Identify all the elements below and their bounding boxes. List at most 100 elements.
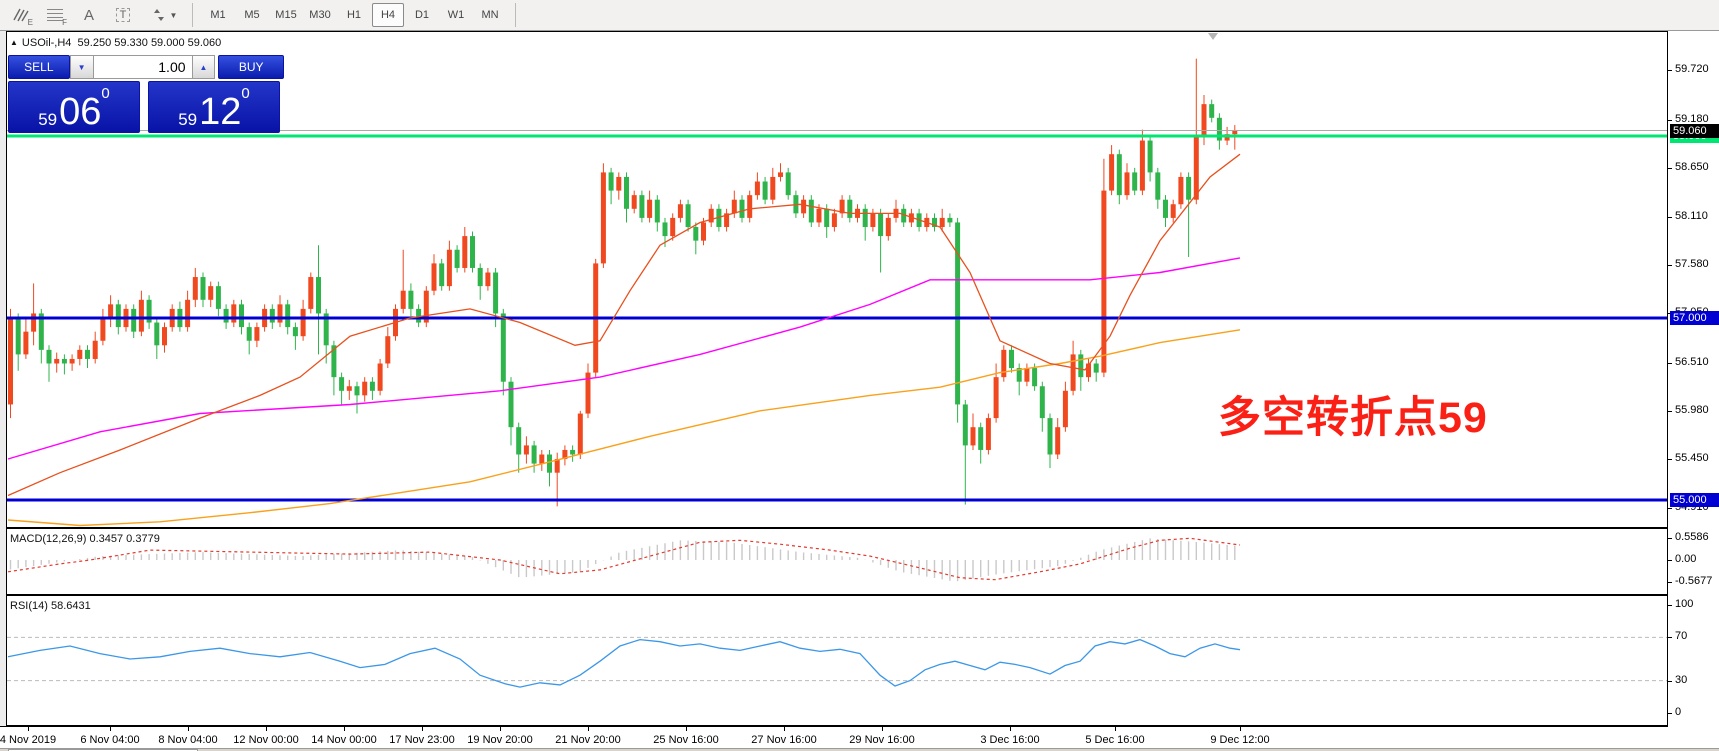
axis-tick: [1668, 560, 1672, 561]
date-tick: [686, 727, 687, 731]
date-label: 14 Nov 00:00: [311, 734, 376, 746]
timeframe-button-mn[interactable]: MN: [474, 3, 506, 27]
price-axis[interactable]: 59.72059.18058.65058.11057.58057.05056.5…: [1668, 31, 1719, 726]
date-label: 27 Nov 16:00: [751, 734, 816, 746]
grid-icon[interactable]: F: [42, 3, 68, 27]
price-badge-55.000: 55.000: [1670, 493, 1719, 507]
cursor-modes-icon[interactable]: ▼: [144, 3, 184, 27]
axis-tick: [1668, 681, 1672, 682]
date-tick: [28, 727, 29, 731]
collapse-icon[interactable]: ▲: [10, 38, 18, 47]
axis-tick: [1668, 508, 1672, 509]
axis-tick: [1668, 538, 1672, 539]
timeframe-button-m5[interactable]: M5: [236, 3, 268, 27]
window-edge: [0, 31, 6, 748]
indicators-icon[interactable]: E: [8, 3, 34, 27]
date-label: 19 Nov 20:00: [467, 734, 532, 746]
axis-tick: [1668, 217, 1672, 218]
buy-price-big: 12: [199, 97, 241, 128]
dropdown-caret-icon: ▼: [170, 11, 178, 20]
axis-tick: [1668, 70, 1672, 71]
sell-price-sup: 0: [101, 86, 109, 101]
price-badge-57.000: 57.000: [1670, 311, 1719, 325]
volume-input[interactable]: [94, 55, 192, 79]
buy-button[interactable]: BUY: [218, 55, 284, 79]
macd-tick-label: -0.5677: [1675, 575, 1712, 587]
timeframe-group: M1M5M15M30H1H4D1W1MN: [201, 3, 507, 27]
date-tick: [344, 727, 345, 731]
one-click-trade-panel: SELL ▼ ▲ BUY 59060 59120: [8, 55, 284, 133]
date-label: 21 Nov 20:00: [555, 734, 620, 746]
axis-tick: [1668, 168, 1672, 169]
terminal-window: E F A T ▼ M1M5M15M30H1H4D1W1MN ▲ USOil-,H…: [0, 0, 1719, 751]
rsi-tick-label: 70: [1675, 630, 1687, 642]
sell-button[interactable]: SELL: [8, 55, 70, 79]
date-tick: [1115, 727, 1116, 731]
date-axis[interactable]: 4 Nov 2019 6 Nov 04:00 8 Nov 04:00 12 Nov 0…: [0, 726, 1668, 749]
date-tick: [422, 727, 423, 731]
timeframe-button-m30[interactable]: M30: [304, 3, 336, 27]
date-tick: [500, 727, 501, 731]
axis-tick: [1668, 582, 1672, 583]
date-tick: [784, 727, 785, 731]
timeframe-button-h4[interactable]: H4: [372, 3, 404, 27]
label-tool-icon[interactable]: T: [110, 3, 136, 27]
date-label: 17 Nov 23:00: [389, 734, 454, 746]
rsi-panel[interactable]: [0, 595, 1668, 726]
text-tool-icon[interactable]: A: [76, 3, 102, 27]
date-label: 29 Nov 16:00: [849, 734, 914, 746]
date-label: 9 Dec 12:00: [1210, 734, 1269, 746]
timeframe-button-m15[interactable]: M15: [270, 3, 302, 27]
axis-tick: [1668, 459, 1672, 460]
rsi-tick-label: 30: [1675, 674, 1687, 686]
sell-price-box[interactable]: 59060: [8, 81, 140, 133]
date-tick: [1010, 727, 1011, 731]
axis-tick: [1668, 363, 1672, 364]
chart-shift-marker[interactable]: [1208, 33, 1218, 40]
macd-tick-label: 0.00: [1675, 553, 1696, 565]
macd-label: MACD(12,26,9) 0.3457 0.3779: [10, 533, 160, 545]
axis-tick: [1668, 713, 1672, 714]
date-tick: [110, 727, 111, 731]
date-label: 12 Nov 00:00: [233, 734, 298, 746]
price-tick-label: 56.510: [1675, 356, 1709, 368]
axis-tick: [1668, 411, 1672, 412]
timeframe-button-w1[interactable]: W1: [440, 3, 472, 27]
rsi-label: RSI(14) 58.6431: [10, 600, 91, 612]
date-label: 6 Nov 04:00: [80, 734, 139, 746]
buy-price-sup: 0: [241, 86, 249, 101]
volume-increase-button[interactable]: ▲: [192, 55, 216, 79]
macd-panel[interactable]: [0, 528, 1668, 595]
sell-price-big: 06: [59, 97, 101, 128]
price-tick-label: 57.580: [1675, 258, 1709, 270]
volume-decrease-button[interactable]: ▼: [70, 55, 94, 79]
date-label: 8 Nov 04:00: [158, 734, 217, 746]
quote-text: USOil-,H4 59.250 59.330 59.000 59.060: [22, 37, 221, 49]
price-tick-label: 59.720: [1675, 63, 1709, 75]
toolbar: E F A T ▼ M1M5M15M30H1H4D1W1MN: [0, 0, 1719, 31]
price-tick-label: 55.450: [1675, 452, 1709, 464]
macd-tick-label: 0.5586: [1675, 531, 1709, 543]
toolbar-separator: [192, 3, 193, 27]
date-label: 25 Nov 16:00: [653, 734, 718, 746]
date-label: 4 Nov 2019: [0, 734, 56, 746]
timeframe-button-m1[interactable]: M1: [202, 3, 234, 27]
buy-price-box[interactable]: 59120: [148, 81, 280, 133]
axis-tick: [1668, 265, 1672, 266]
axis-tick: [1668, 120, 1672, 121]
timeframe-button-d1[interactable]: D1: [406, 3, 438, 27]
axis-tick: [1668, 605, 1672, 606]
date-tick: [188, 727, 189, 731]
chart-annotation-text[interactable]: 多空转折点59: [1218, 383, 1488, 445]
price-tick-label: 58.110: [1675, 210, 1708, 222]
timeframe-button-h1[interactable]: H1: [338, 3, 370, 27]
axis-tick: [1668, 637, 1672, 638]
date-tick: [882, 727, 883, 731]
rsi-tick-label: 0: [1675, 706, 1681, 718]
price-badge-59.060: 59.060: [1670, 124, 1719, 138]
sell-price-small: 59: [38, 111, 57, 128]
buy-price-small: 59: [178, 111, 197, 128]
quote-header: ▲ USOil-,H4 59.250 59.330 59.000 59.060: [10, 37, 221, 49]
price-tick-label: 55.980: [1675, 404, 1709, 416]
date-label: 5 Dec 16:00: [1085, 734, 1144, 746]
